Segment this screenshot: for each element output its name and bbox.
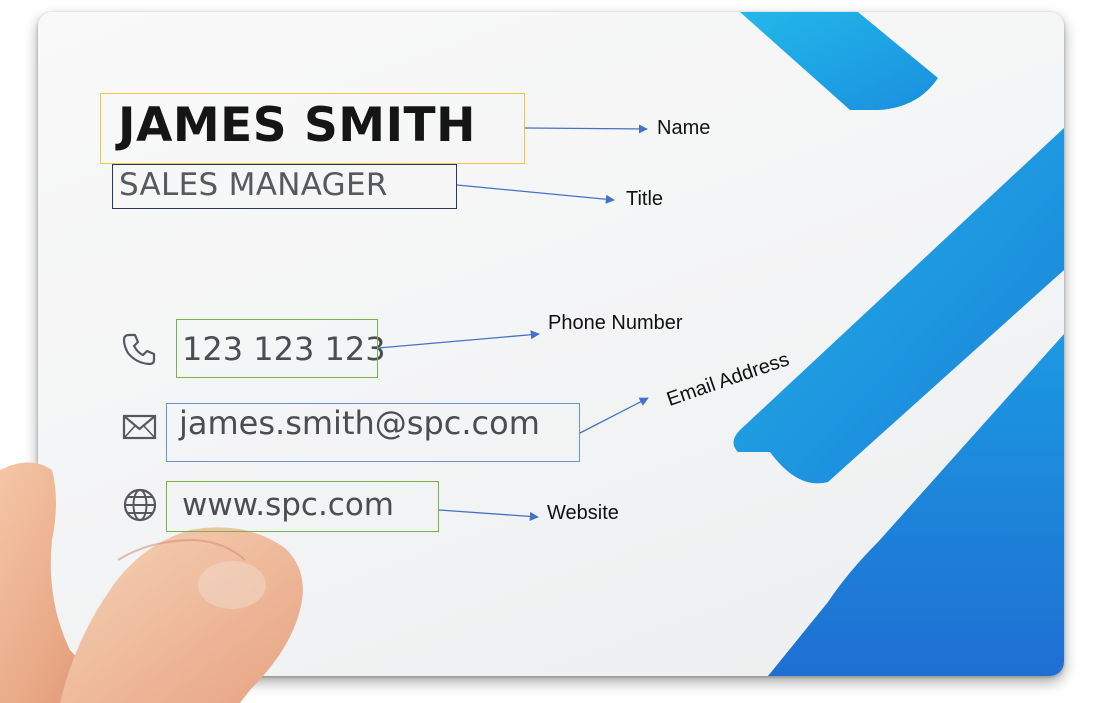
website-highlight-box bbox=[166, 481, 439, 532]
phone-icon bbox=[122, 333, 156, 366]
mail-icon bbox=[122, 414, 157, 440]
name-annotation-label: Name bbox=[657, 117, 711, 139]
title-annotation-label: Title bbox=[626, 188, 664, 210]
email-highlight-box bbox=[166, 403, 580, 462]
globe-icon bbox=[123, 488, 157, 522]
phone-highlight-box bbox=[176, 319, 378, 378]
title-highlight-box bbox=[112, 164, 457, 209]
business-card-diagram: JAMES SMITH SALES MANAGER 123 123 123 ja… bbox=[0, 0, 1103, 703]
name-highlight-box bbox=[100, 93, 525, 164]
phone-annotation-label: Phone Number bbox=[548, 312, 683, 334]
website-annotation-label: Website bbox=[547, 502, 619, 524]
